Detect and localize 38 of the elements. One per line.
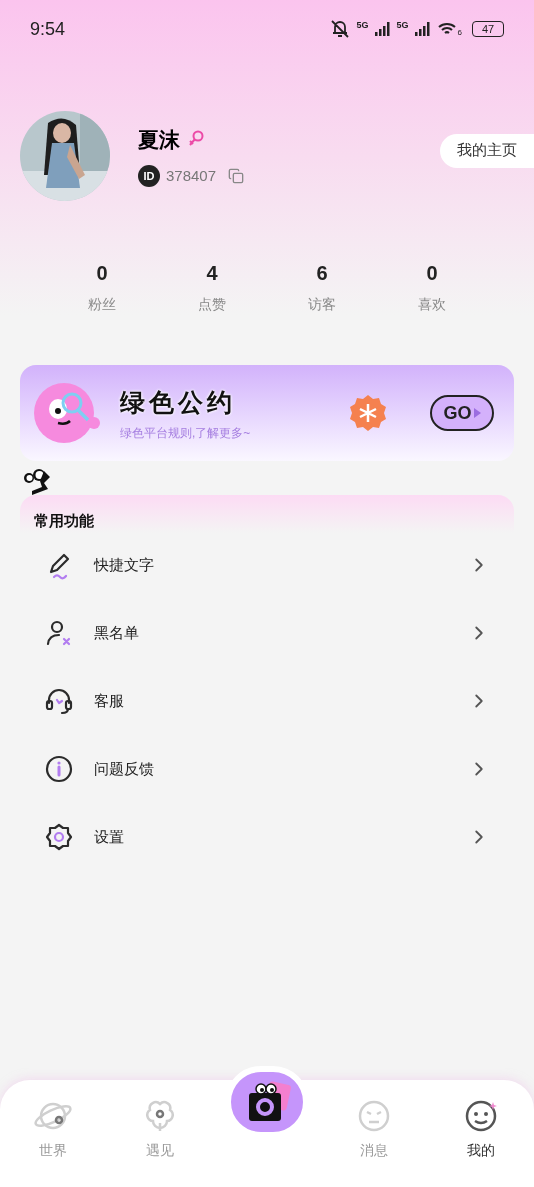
headset-icon — [44, 686, 74, 716]
menu-item[interactable]: 快捷文字 — [20, 531, 514, 599]
rules-banner[interactable]: 绿色公约 绿色平台规则,了解更多~ GO — [20, 365, 514, 461]
stat-label: 访客 — [308, 295, 336, 314]
banner-title: 绿色公约 — [120, 387, 237, 419]
menu-item[interactable]: 黑名单 — [20, 599, 514, 667]
go-button[interactable]: GO — [430, 395, 494, 431]
wifi-icon — [436, 21, 457, 37]
menu-item[interactable]: 问题反馈 — [20, 735, 514, 803]
copy-icon[interactable] — [228, 168, 245, 185]
stat-label: 粉丝 — [88, 295, 116, 314]
stat-value: 0 — [96, 261, 108, 286]
menu-item[interactable]: 客服 — [20, 667, 514, 735]
battery-indicator: 47 — [472, 21, 504, 37]
settings-icon — [44, 822, 74, 852]
stat-value: 4 — [206, 261, 218, 286]
wifi-band-label: 6 — [457, 27, 462, 39]
banner-subtitle: 绿色平台规则,了解更多~ — [120, 424, 251, 442]
id-badge: ID — [138, 165, 160, 188]
menu-item[interactable]: 设置 — [20, 803, 514, 871]
muted-bell-icon — [328, 19, 351, 39]
status-time: 9:54 — [30, 17, 66, 41]
user-name: 夏沫 — [138, 126, 180, 153]
stat-label: 喜欢 — [418, 295, 446, 314]
stat-value: 6 — [316, 261, 328, 286]
section-title: 常用功能 — [34, 512, 94, 529]
signal-icon — [374, 22, 391, 36]
asterisk-badge-icon — [348, 393, 388, 433]
signal-icon — [414, 22, 431, 36]
info-icon — [44, 754, 74, 784]
stat-label: 点赞 — [198, 295, 226, 314]
tab-item[interactable]: 我的 — [427, 1098, 534, 1161]
network-label: 5G — [356, 19, 369, 32]
network-label: 5G — [396, 19, 409, 32]
homepage-button[interactable]: 我的主页 — [440, 133, 534, 168]
stat-value: 0 — [426, 261, 438, 286]
user-id: 378407 — [166, 166, 217, 186]
play-icon — [473, 408, 481, 418]
